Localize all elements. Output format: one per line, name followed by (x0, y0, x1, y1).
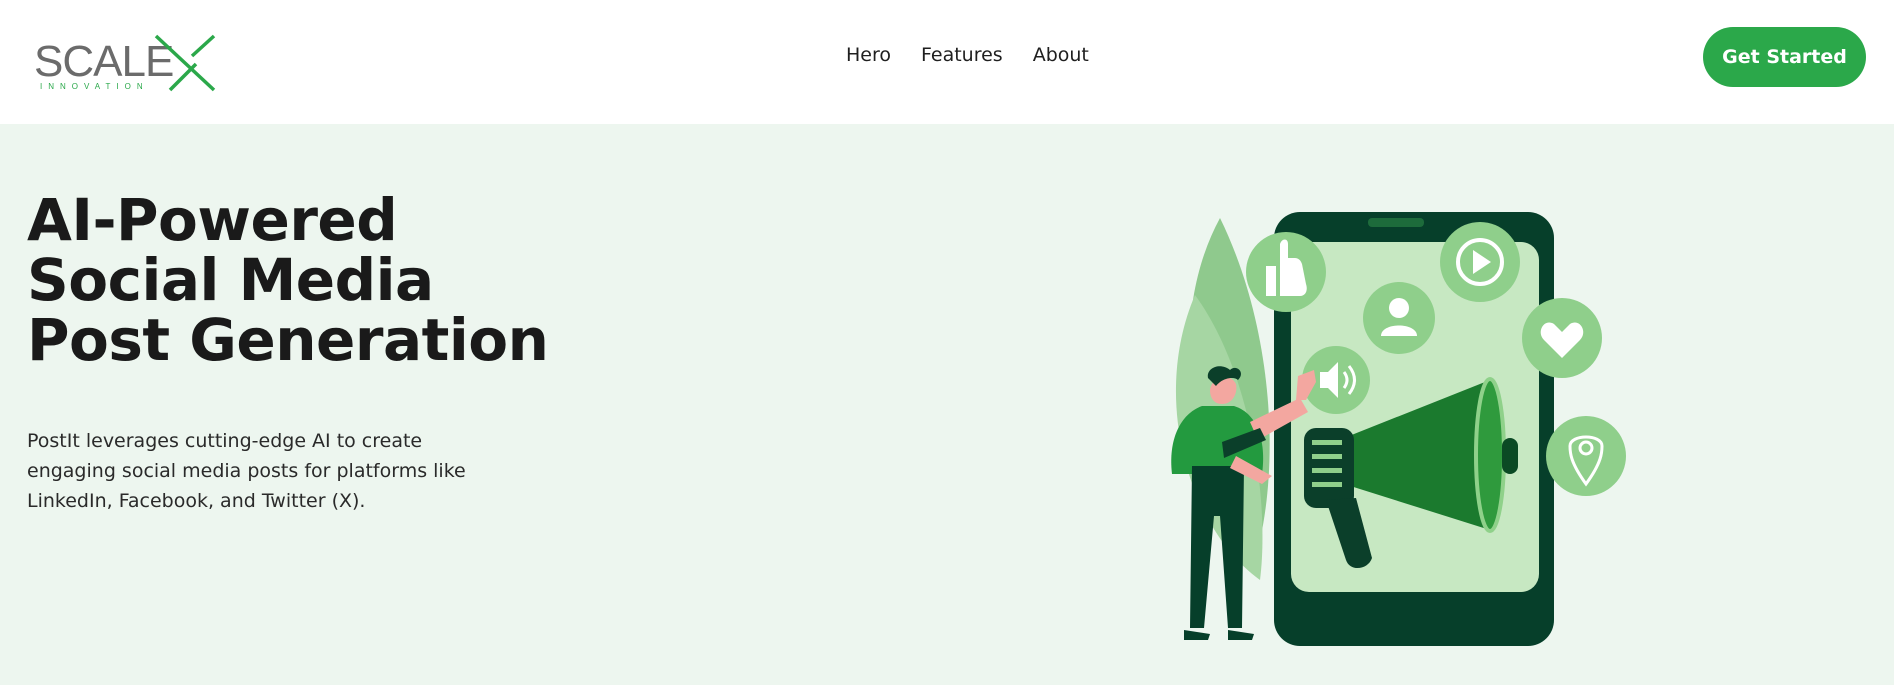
hero-title: AI-Powered Social Media Post Generation (27, 186, 549, 374)
brand-logo[interactable]: SCALE INNOVATION (34, 32, 224, 94)
play-icon (1440, 222, 1520, 302)
nav-link-hero[interactable]: Hero (846, 44, 891, 66)
hero-description: PostIt leverages cutting-edge AI to crea… (27, 430, 466, 512)
brand-subtitle: INNOVATION (40, 82, 149, 91)
site-header: SCALE INNOVATION Hero Features About Get… (0, 0, 1894, 124)
location-pin-icon (1546, 416, 1626, 496)
main-nav: Hero Features About (846, 44, 1089, 66)
thumbs-up-icon (1246, 232, 1326, 312)
nav-link-about[interactable]: About (1033, 44, 1089, 66)
logo-x-mark-icon (154, 34, 216, 92)
heart-icon (1522, 298, 1602, 378)
get-started-button[interactable]: Get Started (1703, 27, 1866, 87)
nav-link-features[interactable]: Features (921, 44, 1003, 66)
hero-illustration (1171, 212, 1626, 646)
user-icon (1363, 282, 1435, 354)
